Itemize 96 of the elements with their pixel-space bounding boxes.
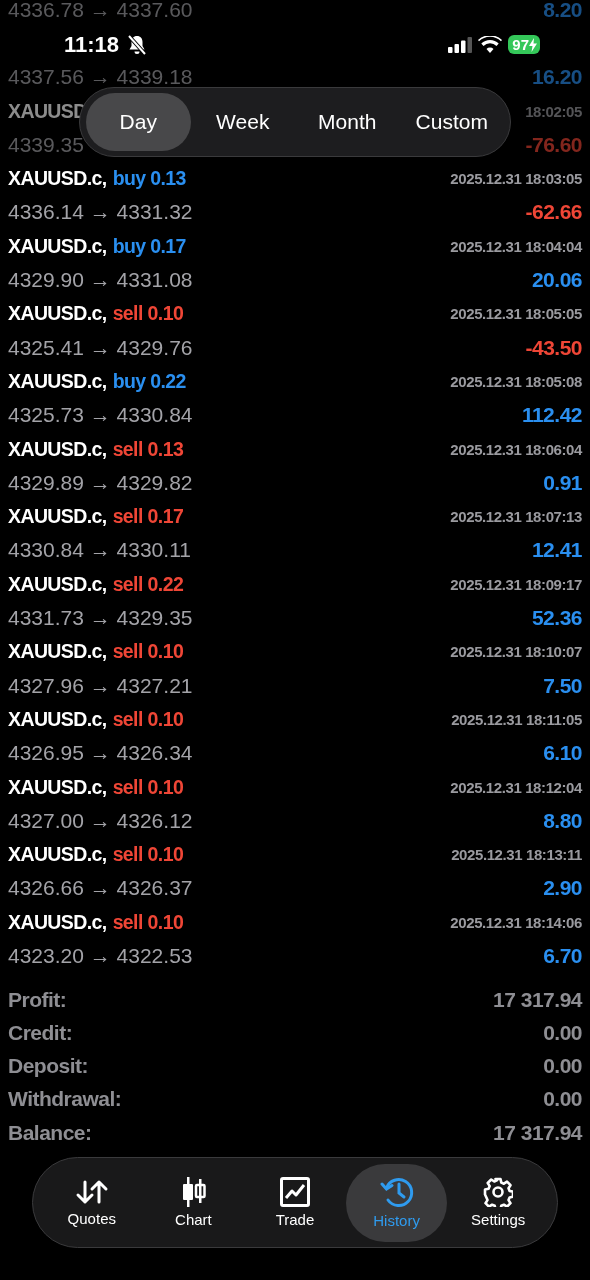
summary-value: 0.00 xyxy=(543,1054,582,1079)
order-type-label: buy 0.22 xyxy=(112,369,186,393)
symbol-label: XAUUSD.c, xyxy=(8,234,107,258)
price-range: 4331.73 → 4329.35 xyxy=(8,606,193,631)
nav-tab[interactable]: Chart xyxy=(142,1163,245,1242)
summary-label: Credit: xyxy=(8,1020,73,1045)
trade-time: 2025.12.31 18:05:05 xyxy=(450,305,582,323)
order-type-label: sell 0.10 xyxy=(112,707,184,731)
symbol-label: XAUUSD.c, xyxy=(8,167,107,191)
price-range: 4326.95 → 4326.34 xyxy=(8,741,193,766)
period-tab[interactable]: Week xyxy=(190,93,295,151)
price-range: 4336.78 → 4337.60 xyxy=(8,0,193,22)
order-type-label: sell 0.10 xyxy=(112,910,184,934)
nav-tab[interactable]: Settings xyxy=(447,1163,549,1242)
price-range: 4326.66 → 4326.37 xyxy=(8,876,193,901)
trade-time: 2025.12.31 18:05:08 xyxy=(450,372,582,390)
price-range: 4327.00 → 4326.12 xyxy=(8,808,193,833)
symbol-label: XAUUSD.c, xyxy=(8,843,107,867)
period-tab[interactable]: Day xyxy=(86,93,191,151)
symbol-label: XAUUSD.c, xyxy=(8,369,107,393)
order-type-label: sell 0.22 xyxy=(112,572,184,596)
trade-time: 2025.12.31 18:10:07 xyxy=(450,643,582,661)
symbol-label: XAUUSD.c, xyxy=(8,505,107,529)
wifi-icon xyxy=(478,36,503,53)
trade-time: 2025.12.31 18:09:17 xyxy=(450,575,582,593)
summary-label: Profit: xyxy=(8,987,67,1012)
symbol-label: XAUUSD.c, xyxy=(8,910,107,934)
trade-profit: 0.91 xyxy=(543,470,582,495)
symbol-label: XAUUSD.c, xyxy=(8,775,107,799)
history-icon xyxy=(379,1176,414,1208)
signal-icon xyxy=(448,36,473,53)
order-type-label: sell 0.10 xyxy=(112,302,184,326)
trade-profit: 112.42 xyxy=(521,403,582,428)
trade-profit: 2.90 xyxy=(543,876,582,901)
status-time: 11:18 xyxy=(64,31,120,58)
trade-profit: -43.50 xyxy=(525,335,582,360)
price-range: 4337.56 → 4339.18 xyxy=(8,65,193,90)
trade-profit: 7.50 xyxy=(543,673,582,698)
trade-time: 2025.12.31 18:11:05 xyxy=(451,710,582,728)
nav-tab[interactable]: Trade xyxy=(244,1163,346,1242)
price-range: 4327.96 → 4327.21 xyxy=(8,673,193,698)
price-range: 4323.20 → 4322.53 xyxy=(8,944,193,968)
symbol-label: XAUUSD.c, xyxy=(8,437,107,461)
trade-profit: 20.06 xyxy=(531,268,582,293)
trade-time: 2025.12.31 18:13:11 xyxy=(451,846,582,864)
price-range: 4325.41 → 4329.76 xyxy=(8,335,193,360)
period-tab[interactable]: Custom xyxy=(399,93,504,151)
order-type-label: sell 0.10 xyxy=(112,640,184,664)
battery-indicator: 97 xyxy=(508,35,540,54)
trade-time: 2025.12.31 18:07:13 xyxy=(450,508,582,526)
summary-label: Deposit: xyxy=(8,1054,88,1079)
trade-profit: 8.20 xyxy=(543,0,582,22)
trade-profit: 16.20 xyxy=(531,65,582,90)
price-range: 4325.73 → 4330.84 xyxy=(8,403,193,428)
summary-value: 17 317.94 xyxy=(493,987,582,1012)
order-type-label: sell 0.10 xyxy=(112,843,184,867)
trade-profit: 6.10 xyxy=(543,741,582,766)
order-type-label: sell 0.10 xyxy=(112,775,184,799)
trade-time: 2025.12.31 18:03:05 xyxy=(450,170,582,188)
symbol-label: XAUUSD.c, xyxy=(8,572,107,596)
price-range: 4329.90 → 4331.08 xyxy=(8,268,193,293)
trade-time: 18:02:05 xyxy=(525,102,582,120)
settings-icon xyxy=(483,1177,514,1207)
order-type-label: sell 0.17 xyxy=(112,505,184,529)
trade-time: 2025.12.31 18:12:04 xyxy=(450,778,582,796)
summary-label: Withdrawal: xyxy=(8,1087,122,1112)
trade-profit: 12.41 xyxy=(531,538,582,563)
up-down-arrows-icon xyxy=(74,1178,109,1206)
price-range: 4339.35 xyxy=(8,132,84,157)
trade-profit: -76.60 xyxy=(525,132,582,157)
trade-time: 2025.12.31 18:04:04 xyxy=(450,237,582,255)
price-range: 4336.14 → 4331.32 xyxy=(8,200,193,225)
summary-value: 0.00 xyxy=(543,1020,582,1045)
symbol-label: XAUUSD.c, xyxy=(8,302,107,326)
summary-value: 0.00 xyxy=(543,1087,582,1112)
nav-tab[interactable]: Quotes xyxy=(41,1163,143,1242)
symbol-label: XAUUSD.c, xyxy=(8,707,107,731)
price-range: 4330.84 → 4330.11 xyxy=(8,538,191,563)
candlestick-icon xyxy=(180,1177,207,1207)
trade-profit: 6.70 xyxy=(543,944,582,968)
summary-label: Balance: xyxy=(8,1120,92,1145)
symbol-label: XAUUSD.c, xyxy=(8,640,107,664)
trade-time: 2025.12.31 18:14:06 xyxy=(450,913,582,931)
line-chart-icon xyxy=(280,1177,310,1207)
order-type-label: buy 0.17 xyxy=(112,234,186,258)
order-type-label: sell 0.13 xyxy=(112,437,184,461)
summary-value: 17 317.94 xyxy=(493,1120,582,1145)
price-range: 4329.89 → 4329.82 xyxy=(8,470,193,495)
period-tab[interactable]: Month xyxy=(295,93,400,151)
trade-time: 2025.12.31 18:06:04 xyxy=(450,440,582,458)
trade-profit: 8.80 xyxy=(543,808,582,833)
trade-profit: 52.36 xyxy=(531,606,582,631)
order-type-label: buy 0.13 xyxy=(112,167,186,191)
trade-profit: -62.66 xyxy=(525,200,582,225)
nav-tab[interactable]: History xyxy=(345,1163,448,1242)
bell-slash-icon xyxy=(127,33,148,56)
